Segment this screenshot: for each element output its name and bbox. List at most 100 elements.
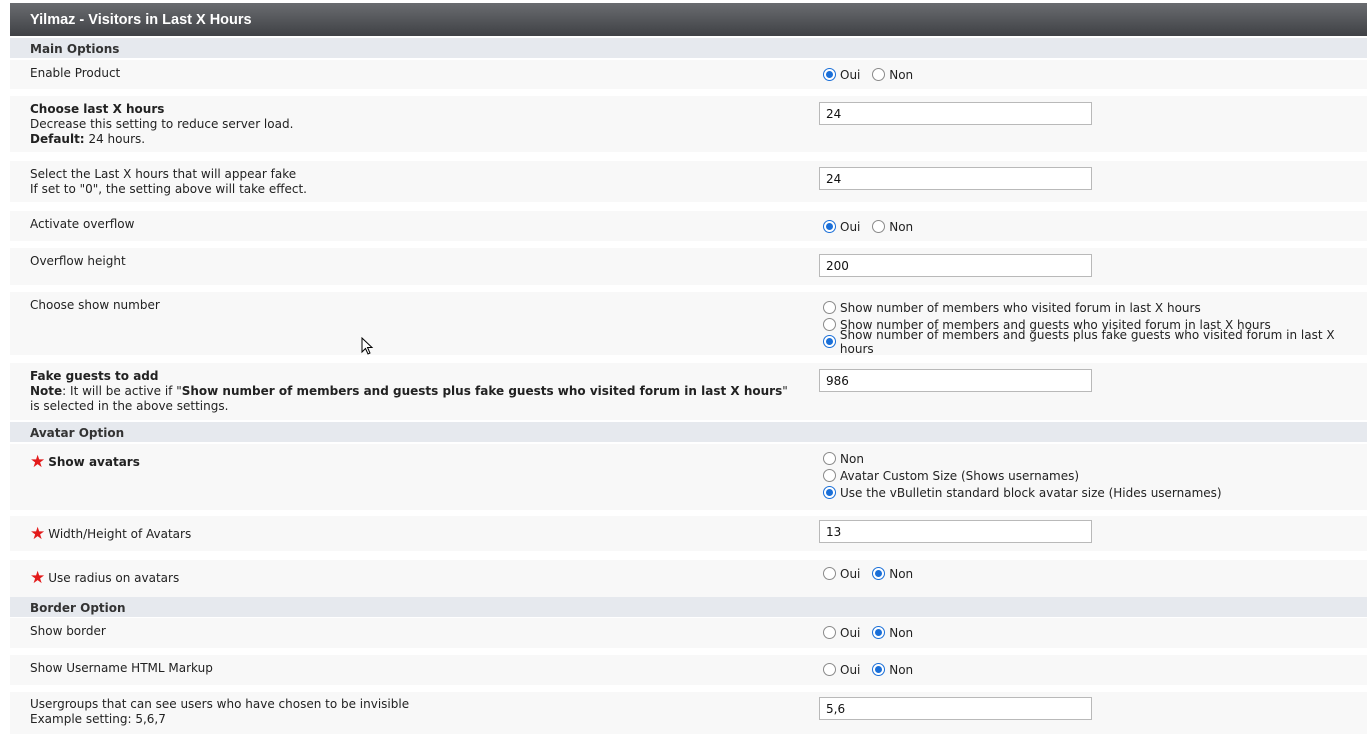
last-hours-default-value: 24 hours. — [88, 132, 146, 146]
mouse-cursor-icon — [361, 337, 374, 355]
last-hours-input[interactable]: 24 — [819, 102, 1092, 125]
activate-overflow-yes-option[interactable]: Oui — [823, 218, 860, 235]
row-fake-guests: Fake guests to add Note: It will be acti… — [10, 363, 1367, 420]
radio-unchecked-icon[interactable] — [823, 301, 836, 314]
row-show-number: Choose show number Show number of member… — [10, 292, 1367, 356]
avatar-radius-yes-option[interactable]: Oui — [823, 565, 860, 582]
activate-overflow-radios: Oui Non — [823, 218, 921, 236]
row-avatar-radius: ★ Use radius on avatars Oui Non — [10, 560, 1367, 597]
fake-hours-input[interactable]: 24 — [819, 167, 1092, 190]
row-username-markup: Show Username HTML Markup Oui Non — [10, 655, 1367, 685]
radio-checked-icon[interactable] — [872, 567, 886, 580]
enable-product-no-option[interactable]: Non — [872, 66, 913, 83]
row-fake-hours: Select the Last X hours that will appear… — [10, 161, 1367, 202]
username-markup-radios: Oui Non — [823, 661, 921, 679]
option-label: Show number of members and guests plus f… — [839, 327, 1335, 356]
avatar-radius-label: Use radius on avatars — [48, 571, 180, 585]
row-last-hours: Choose last X hours Decrease this settin… — [10, 96, 1367, 152]
radio-unchecked-icon[interactable] — [823, 626, 836, 639]
show-border-radios: Oui Non — [823, 624, 921, 642]
show-avatars-option-none[interactable]: Non — [823, 450, 1222, 467]
fake-guests-note-bold: Show number of members and guests plus f… — [181, 384, 783, 398]
last-hours-default-label: Default: — [30, 132, 85, 146]
row-activate-overflow: Activate overflow Oui Non — [10, 211, 1367, 241]
overflow-height-label: Overflow height — [30, 254, 126, 268]
avatar-radius-label-group: ★ Use radius on avatars — [30, 568, 790, 588]
option-label: Non — [889, 566, 914, 581]
option-label: Oui — [840, 625, 861, 640]
avatar-radius-no-option[interactable]: Non — [872, 565, 913, 582]
show-avatars-label-group: ★ Show avatars — [30, 452, 790, 472]
required-star-icon: ★ — [30, 568, 46, 588]
radio-checked-icon[interactable] — [823, 335, 836, 348]
option-label: Avatar Custom Size (Shows usernames) — [840, 468, 1080, 483]
avatar-size-label-group: ★ Width/Height of Avatars — [30, 524, 790, 544]
radio-checked-icon[interactable] — [823, 68, 836, 81]
option-label: Non — [889, 67, 914, 82]
option-label: Oui — [840, 67, 861, 82]
show-number-radios: Show number of members who visited forum… — [823, 299, 1367, 356]
fake-guests-input[interactable]: 986 — [819, 369, 1092, 392]
avatar-size-input[interactable]: 13 — [819, 520, 1092, 543]
fake-hours-label-group: Select the Last X hours that will appear… — [30, 167, 790, 197]
username-markup-label: Show Username HTML Markup — [30, 661, 213, 675]
option-label: Non — [889, 625, 914, 640]
last-hours-label: Choose last X hours — [30, 102, 165, 116]
radio-checked-icon[interactable] — [872, 626, 886, 639]
enable-product-yes-option[interactable]: Oui — [823, 66, 860, 83]
row-avatar-size: ★ Width/Height of Avatars 13 — [10, 516, 1367, 551]
show-avatars-option-custom[interactable]: Avatar Custom Size (Shows usernames) — [823, 467, 1222, 484]
show-avatars-radios: Non Avatar Custom Size (Shows usernames)… — [823, 450, 1222, 501]
radio-checked-icon[interactable] — [823, 220, 836, 233]
username-markup-yes-option[interactable]: Oui — [823, 661, 860, 678]
radio-checked-icon[interactable] — [823, 486, 836, 499]
radio-checked-icon[interactable] — [872, 663, 886, 676]
show-number-option-members-guests-fake[interactable]: Show number of members and guests plus f… — [823, 328, 1367, 356]
section-avatar-option: Avatar Option — [10, 422, 1367, 442]
avatar-radius-radios: Oui Non — [823, 565, 921, 583]
row-enable-product: Enable Product Oui Non — [10, 60, 1367, 89]
option-label: Oui — [840, 219, 861, 234]
radio-unchecked-icon[interactable] — [823, 663, 836, 676]
radio-unchecked-icon[interactable] — [823, 452, 836, 465]
radio-unchecked-icon[interactable] — [823, 469, 836, 482]
last-hours-desc: Decrease this setting to reduce server l… — [30, 117, 294, 131]
row-overflow-height: Overflow height 200 — [10, 248, 1367, 285]
option-label: Show number of members who visited forum… — [840, 300, 1201, 315]
fake-guests-note-label: Note — [30, 384, 63, 398]
show-avatars-option-standard[interactable]: Use the vBulletin standard block avatar … — [823, 484, 1222, 501]
option-label: Oui — [840, 566, 861, 581]
radio-unchecked-icon[interactable] — [872, 68, 886, 81]
option-label: Use the vBulletin standard block avatar … — [840, 485, 1222, 500]
show-avatars-label: Show avatars — [48, 455, 140, 469]
overflow-height-input[interactable]: 200 — [819, 254, 1092, 277]
invisible-groups-desc: Example setting: 5,6,7 — [30, 712, 166, 726]
section-border-option: Border Option — [10, 597, 1367, 617]
enable-product-radios: Oui Non — [823, 66, 921, 84]
avatar-size-label: Width/Height of Avatars — [48, 527, 192, 541]
fake-hours-label: Select the Last X hours that will appear… — [30, 167, 297, 181]
show-number-option-members[interactable]: Show number of members who visited forum… — [823, 299, 1367, 316]
invisible-groups-input[interactable]: 5,6 — [819, 697, 1092, 720]
activate-overflow-no-option[interactable]: Non — [872, 218, 913, 235]
fake-guests-note-pre: : It will be active if " — [62, 384, 182, 398]
radio-unchecked-icon[interactable] — [823, 318, 836, 331]
fake-hours-desc: If set to "0", the setting above will ta… — [30, 182, 307, 196]
fake-guests-label-group: Fake guests to add Note: It will be acti… — [30, 369, 790, 414]
show-number-label: Choose show number — [30, 298, 160, 312]
show-border-no-option[interactable]: Non — [872, 624, 913, 641]
username-markup-no-option[interactable]: Non — [872, 661, 913, 678]
radio-unchecked-icon[interactable] — [872, 220, 886, 233]
row-show-border: Show border Oui Non — [10, 618, 1367, 648]
required-star-icon: ★ — [30, 524, 46, 544]
option-label: Non — [889, 662, 914, 677]
option-label: Oui — [840, 662, 861, 677]
invisible-groups-label: Usergroups that can see users who have c… — [30, 697, 410, 711]
show-border-label: Show border — [30, 624, 106, 638]
show-border-yes-option[interactable]: Oui — [823, 624, 860, 641]
row-show-avatars: ★ Show avatars Non Avatar Custom Size (Sh… — [10, 444, 1367, 510]
row-invisible-groups: Usergroups that can see users who have c… — [10, 692, 1367, 734]
required-star-icon: ★ — [30, 452, 46, 472]
radio-unchecked-icon[interactable] — [823, 567, 836, 580]
fake-guests-label: Fake guests to add — [30, 369, 159, 383]
